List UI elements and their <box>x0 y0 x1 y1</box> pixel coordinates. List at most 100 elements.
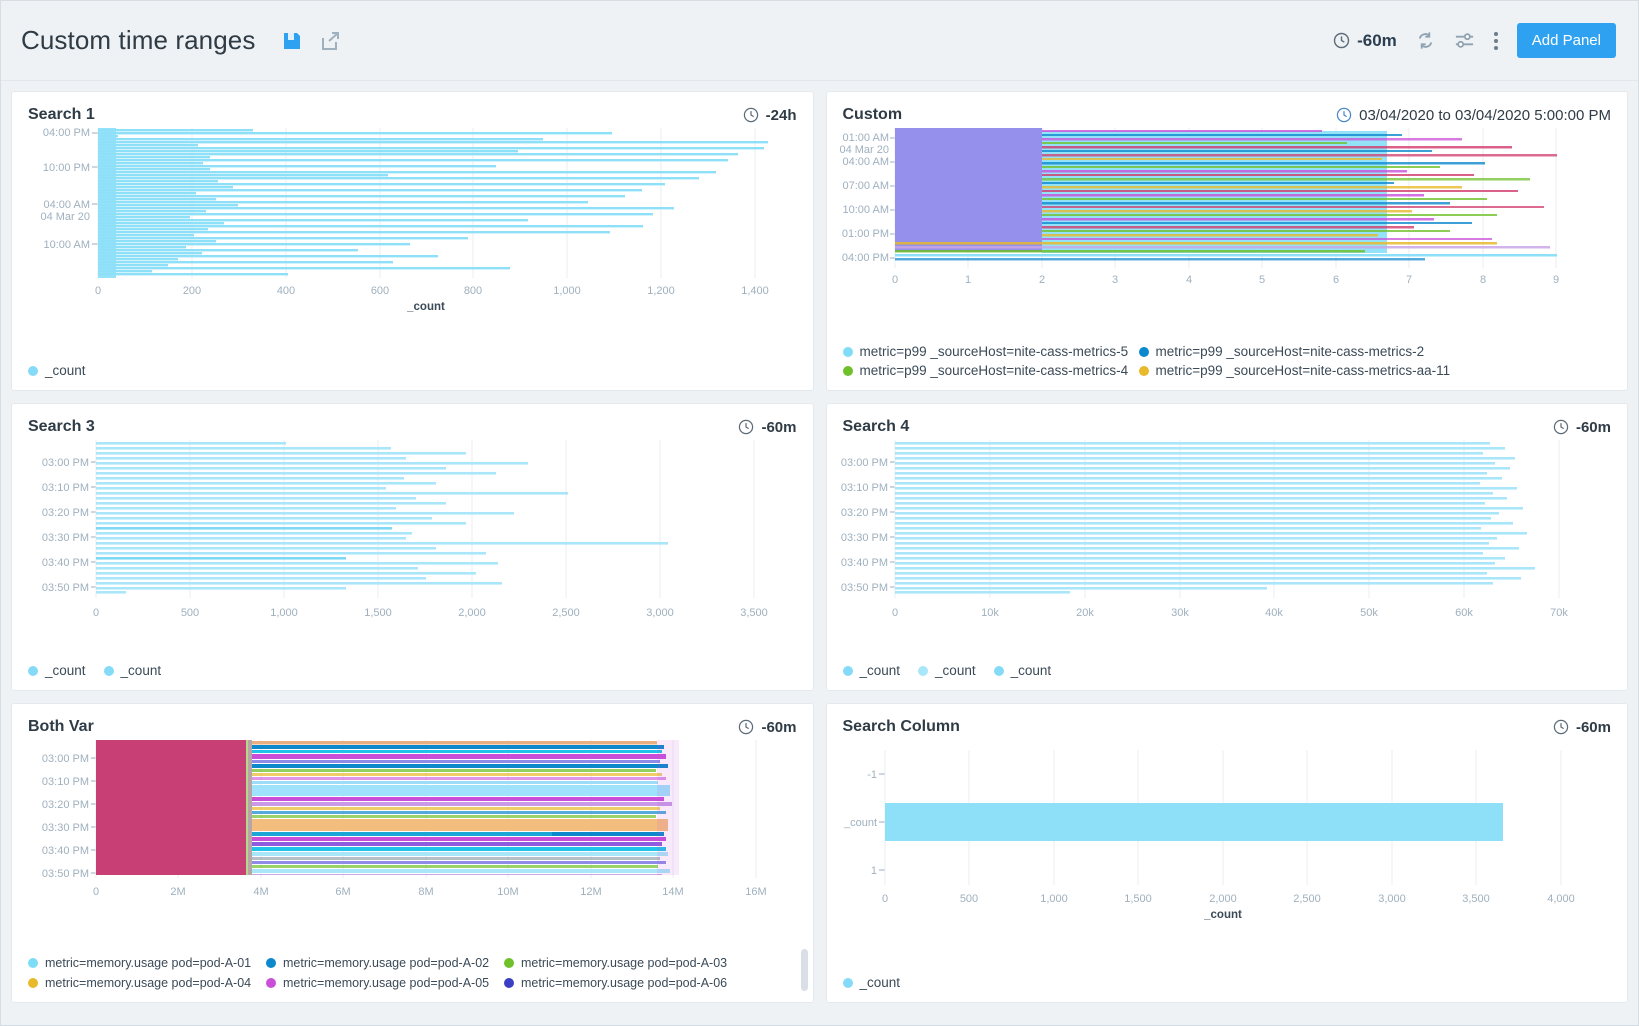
svg-text:3,500: 3,500 <box>740 607 768 619</box>
svg-text:03:40 PM: 03:40 PM <box>42 845 89 857</box>
dashboard-header: Custom time ranges <box>1 1 1638 81</box>
svg-text:60k: 60k <box>1455 607 1473 619</box>
chart-both-var[interactable]: 03:00 PM 03:10 PM 03:20 PM 03:30 PM 03:4… <box>12 740 813 950</box>
panel-time-range[interactable]: -60m <box>1553 419 1611 436</box>
chart-legend: metric=p99 _sourceHost=nite-cass-metrics… <box>827 338 1527 390</box>
panel-time-range[interactable]: -24h <box>743 107 797 124</box>
svg-text:5: 5 <box>1258 274 1264 286</box>
svg-text:3,000: 3,000 <box>1378 893 1406 905</box>
svg-text:03:50 PM: 03:50 PM <box>42 582 89 594</box>
svg-text:03:20 PM: 03:20 PM <box>840 507 887 519</box>
global-time-range[interactable]: -60m <box>1333 31 1397 51</box>
panel-both-var: Both Var -60m 03:00 PM 03:10 PM <box>11 703 814 1003</box>
svg-text:10:00 AM: 10:00 AM <box>842 204 888 216</box>
add-panel-button[interactable]: Add Panel <box>1517 23 1616 58</box>
panel-search-1: Search 1 -24h 04:00 PM 10:00 <box>11 91 814 391</box>
svg-text:03:50 PM: 03:50 PM <box>42 868 89 880</box>
chart-search-4[interactable]: 03:00 PM 03:10 PM 03:20 PM 03:30 PM 03:4… <box>827 440 1628 657</box>
svg-text:03:40 PM: 03:40 PM <box>42 557 89 569</box>
legend-color-swatch <box>1139 366 1149 376</box>
dashboard-app: Custom time ranges <box>0 0 1639 1026</box>
panel-time-range[interactable]: -60m <box>1553 719 1611 736</box>
refresh-icon[interactable] <box>1415 30 1436 51</box>
legend-label: metric=p99 _sourceHost=nite-cass-metrics… <box>860 344 1129 359</box>
chart-search-3[interactable]: 03:00 PM 03:10 PM 03:20 PM 03:30 PM 03:4… <box>12 440 813 657</box>
svg-text:0: 0 <box>891 274 897 286</box>
svg-text:9: 9 <box>1552 274 1558 286</box>
legend-item[interactable]: _count <box>104 663 162 678</box>
svg-text:1,000: 1,000 <box>1040 893 1068 905</box>
svg-text:03:30 PM: 03:30 PM <box>840 532 887 544</box>
svg-text:0: 0 <box>881 893 887 905</box>
chart-search-1[interactable]: 04:00 PM 10:00 PM 04:00 AM 04 Mar 20 10:… <box>12 128 813 357</box>
svg-text:01:00 AM: 01:00 AM <box>842 132 888 144</box>
clock-icon <box>1336 107 1353 124</box>
legend-item[interactable]: metric=memory.usage pod=pod-A-05 <box>266 976 488 990</box>
legend-label: metric=memory.usage pod=pod-A-03 <box>521 956 727 970</box>
panel-custom: Custom 03/04/2020 to 03/04/2020 5:00:00 … <box>826 91 1629 391</box>
svg-text:1,500: 1,500 <box>1124 893 1152 905</box>
legend-item[interactable]: _count <box>843 975 901 990</box>
panel-time-range[interactable]: -60m <box>738 719 796 736</box>
legend-color-swatch <box>28 978 38 988</box>
legend-item[interactable]: metric=memory.usage pod=pod-A-04 <box>28 976 250 990</box>
legend-color-swatch <box>28 366 38 376</box>
panel-search-column: Search Column -60m -1 _count 1 <box>826 703 1629 1003</box>
svg-text:500: 500 <box>959 893 977 905</box>
svg-text:8M: 8M <box>418 886 433 898</box>
svg-text:1: 1 <box>870 865 876 877</box>
panel-title: Search 4 <box>843 418 910 436</box>
title-action-icons <box>281 30 341 52</box>
legend-item[interactable]: metric=p99 _sourceHost=nite-cass-metrics… <box>1139 344 1425 359</box>
clock-icon <box>1553 419 1570 436</box>
svg-text:20k: 20k <box>1076 607 1094 619</box>
clock-icon <box>1553 719 1570 736</box>
legend-item[interactable]: _count <box>994 663 1052 678</box>
panel-header: Both Var -60m <box>12 704 813 740</box>
svg-text:0: 0 <box>891 607 897 619</box>
legend-color-swatch <box>843 978 853 988</box>
legend-item[interactable]: _count <box>843 663 901 678</box>
svg-text:04:00 AM: 04:00 AM <box>44 199 90 211</box>
svg-text:70k: 70k <box>1550 607 1568 619</box>
filter-icon[interactable] <box>1454 30 1475 51</box>
svg-text:6M: 6M <box>335 886 350 898</box>
svg-text:30k: 30k <box>1171 607 1189 619</box>
legend-item[interactable]: _count <box>28 663 86 678</box>
legend-label: metric=p99 _sourceHost=nite-cass-metrics… <box>1156 363 1451 378</box>
svg-text:1,500: 1,500 <box>364 607 392 619</box>
chart-legend: _count <box>12 357 813 390</box>
svg-text:03:00 PM: 03:00 PM <box>42 753 89 765</box>
legend-scrollbar[interactable] <box>801 949 808 991</box>
legend-item[interactable]: metric=memory.usage pod=pod-A-03 <box>504 956 726 970</box>
panel-search-3: Search 3 -60m 03:00 PM 03:10 PM <box>11 403 814 691</box>
legend-item[interactable]: metric=memory.usage pod=pod-A-01 <box>28 956 250 970</box>
save-icon[interactable] <box>281 30 303 52</box>
svg-text:04:00 PM: 04:00 PM <box>43 128 90 139</box>
chart-search-column[interactable]: -1 _count 1 <box>827 740 1628 969</box>
svg-text:04:00 PM: 04:00 PM <box>841 252 888 264</box>
legend-item[interactable]: metric=memory.usage pod=pod-A-06 <box>504 976 726 990</box>
legend-label: _count <box>860 663 901 678</box>
legend-color-swatch <box>843 347 853 357</box>
svg-text:03:10 PM: 03:10 PM <box>42 482 89 494</box>
svg-text:03:10 PM: 03:10 PM <box>42 776 89 788</box>
panel-time-range[interactable]: 03/04/2020 to 03/04/2020 5:00:00 PM <box>1336 107 1611 124</box>
panel-header: Custom 03/04/2020 to 03/04/2020 5:00:00 … <box>827 92 1628 128</box>
legend-item[interactable]: metric=p99 _sourceHost=nite-cass-metrics… <box>843 363 1121 378</box>
svg-text:40k: 40k <box>1265 607 1283 619</box>
legend-item[interactable]: metric=memory.usage pod=pod-A-02 <box>266 956 488 970</box>
kebab-menu-icon[interactable] <box>1493 32 1499 50</box>
panel-time-range[interactable]: -60m <box>738 419 796 436</box>
legend-item[interactable]: _count <box>28 363 86 378</box>
share-icon[interactable] <box>319 30 341 52</box>
svg-text:03:10 PM: 03:10 PM <box>840 482 887 494</box>
legend-item[interactable]: metric=p99 _sourceHost=nite-cass-metrics… <box>1139 363 1451 378</box>
legend-item[interactable]: _count <box>918 663 976 678</box>
chart-custom[interactable]: 01:00 AM 04 Mar 20 04:00 AM 07:00 AM 10:… <box>827 128 1628 338</box>
svg-text:12M: 12M <box>580 886 601 898</box>
legend-item[interactable]: metric=p99 _sourceHost=nite-cass-metrics… <box>843 344 1121 359</box>
panel-header: Search 1 -24h <box>12 92 813 128</box>
svg-text:10M: 10M <box>497 886 518 898</box>
svg-text:0: 0 <box>93 886 99 898</box>
